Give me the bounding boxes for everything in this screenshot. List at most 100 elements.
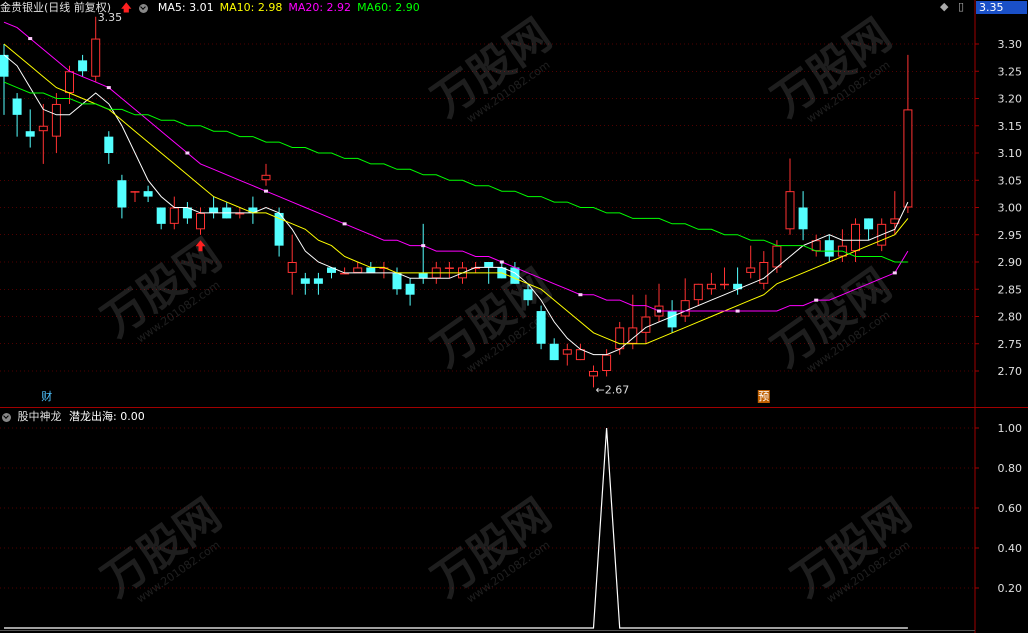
candle-body-up xyxy=(706,283,716,290)
candle xyxy=(248,196,258,224)
candle-body-up xyxy=(51,103,61,137)
candle xyxy=(78,54,88,77)
candle-body-up xyxy=(353,267,363,273)
candle xyxy=(720,267,729,290)
candle xyxy=(300,272,310,295)
ma-legend: MA5: 3.01 MA10: 2.98 MA20: 2.92 MA60: 2.90 xyxy=(158,1,426,14)
candle-body-up xyxy=(811,240,821,252)
watermark: 万股网www.201082.com xyxy=(93,229,230,346)
candle-body-down xyxy=(824,240,834,257)
candle xyxy=(497,262,507,279)
price-axis: 3.30 3.25 3.20 3.15 3.10 3.05 3.00 2.95 2.90 2.85… xyxy=(975,38,1022,595)
indicator-settings-icon[interactable] xyxy=(2,412,11,422)
candle xyxy=(759,251,769,290)
period-label[interactable]: (日线 前复权) xyxy=(44,1,111,14)
settings-circle-icon[interactable] xyxy=(139,3,149,13)
candle xyxy=(130,191,140,203)
candle xyxy=(693,283,703,306)
candle-body-up xyxy=(235,212,245,215)
candle xyxy=(182,202,192,224)
candle-body-up xyxy=(261,174,271,181)
candle-body-up xyxy=(772,245,782,268)
ma-legend-item: MA20: 2.92 xyxy=(288,1,352,14)
candle-body-up xyxy=(575,349,585,361)
candle xyxy=(811,234,821,257)
current-price-tag: 3.35 xyxy=(976,1,1027,14)
candle-body-down xyxy=(300,278,310,284)
candle xyxy=(444,262,454,279)
candle-body-down xyxy=(798,207,808,230)
candle xyxy=(641,294,651,344)
indicator-name[interactable]: 股中神龙 xyxy=(18,410,62,423)
ma20-marker xyxy=(499,260,504,264)
ma-dots-icon[interactable]: ◆ xyxy=(940,1,948,13)
candle-body-up xyxy=(851,223,860,252)
candle xyxy=(864,218,874,241)
watermark: 万股网www.201082.com xyxy=(763,9,900,126)
price-tick-label: 2.85 xyxy=(998,283,1023,296)
candle-body-down xyxy=(418,272,428,279)
candle xyxy=(104,131,114,164)
candle-body-down xyxy=(392,272,402,290)
price-tick-label: 3.05 xyxy=(998,174,1023,187)
candle-body-down xyxy=(313,278,323,284)
indicator-line-label: 潜龙出海: 0.00 xyxy=(69,410,145,423)
candle-body-up xyxy=(169,207,179,224)
candle xyxy=(575,343,585,361)
candle-body-down xyxy=(484,262,494,268)
candle-body-down xyxy=(405,283,415,295)
candle xyxy=(418,223,428,284)
candle-body-up xyxy=(759,262,769,284)
candle xyxy=(143,185,153,203)
candle xyxy=(209,196,219,219)
candle xyxy=(837,229,847,262)
candle-body-up xyxy=(680,300,690,317)
annotations: 3.35←2.67财预 xyxy=(41,11,770,403)
low-price-label: ←2.67 xyxy=(596,383,630,396)
scroll-toggle-icon[interactable]: ▯ xyxy=(958,1,964,13)
price-tick-label: 3.30 xyxy=(998,38,1023,51)
candle xyxy=(379,262,389,279)
candle-body-down xyxy=(274,212,284,246)
chart-header: 金贵银业(日线 前复权) 🡅 MA5: 3.01 MA10: 2.98 MA20: … xyxy=(0,0,432,16)
candle-body-up xyxy=(693,283,703,301)
watermark: 万股网www.201082.com xyxy=(763,259,900,376)
candle xyxy=(903,54,913,213)
candle-body-down xyxy=(523,289,533,301)
ma-legend-item: MA10: 2.98 xyxy=(219,1,283,14)
candle xyxy=(680,278,690,322)
candle-body-up xyxy=(720,283,729,286)
candle-body-up xyxy=(444,267,454,269)
ma20-marker xyxy=(421,244,426,248)
indicator-tick-label: 0.60 xyxy=(998,502,1023,515)
candle xyxy=(38,103,48,164)
candle xyxy=(313,272,323,295)
candle-body-up xyxy=(287,262,297,273)
price-tick-label: 3.00 xyxy=(998,202,1023,215)
candle-body-down xyxy=(536,311,546,344)
candle-body-up xyxy=(615,327,625,350)
watermark-layer: 万股网www.201082.com 万股网www.201082.com 万股网www… xyxy=(93,9,920,606)
candle-body-down xyxy=(12,98,22,115)
candle-body-up xyxy=(903,109,913,208)
ma-legend-item: MA60: 2.90 xyxy=(357,1,420,14)
price-tick-label: 2.75 xyxy=(998,338,1023,351)
stock-name[interactable]: 金贵银业 xyxy=(0,1,44,14)
ma20-marker xyxy=(264,189,268,193)
up-arrow-icon: 🡅 xyxy=(120,1,132,14)
candle-body-up xyxy=(38,125,48,132)
candle-body-up xyxy=(91,38,101,77)
candle xyxy=(615,321,625,355)
candle xyxy=(12,93,22,137)
stock-chart[interactable]: 万股网www.201082.com 万股网www.201082.com 万股网www… xyxy=(0,0,1028,633)
candle-body-up xyxy=(130,191,140,193)
candle xyxy=(824,234,834,262)
candle-body-down xyxy=(549,343,559,361)
candle-body-down xyxy=(143,191,153,197)
indicator-tick-label: 0.20 xyxy=(998,582,1023,595)
price-tick-label: 3.20 xyxy=(998,93,1023,106)
event-marker-fin: 财 xyxy=(41,389,52,403)
candle xyxy=(549,338,559,361)
indicator-tick-label: 1.00 xyxy=(998,422,1023,435)
candle-body-down xyxy=(25,131,35,137)
